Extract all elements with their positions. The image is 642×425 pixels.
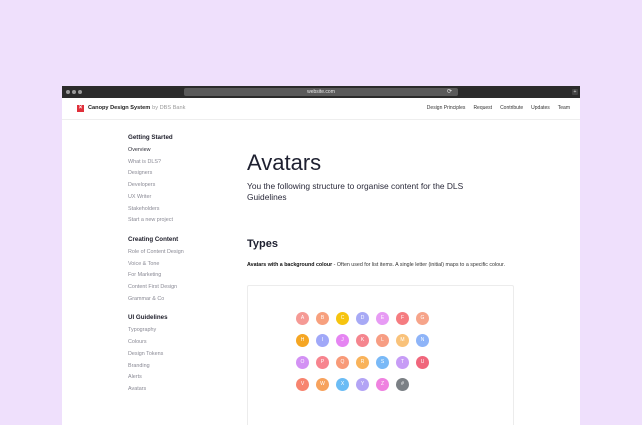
nav-contribute[interactable]: Contribute: [500, 104, 523, 113]
minimize-window-icon[interactable]: [72, 90, 76, 94]
avatar: J: [336, 334, 349, 347]
avatar: H: [296, 334, 309, 347]
section-title: Types: [247, 238, 278, 250]
sidebar-item-grammar-co[interactable]: Grammar & Co: [128, 294, 238, 306]
brand-name: Canopy Design System: [88, 105, 151, 111]
top-nav: Design Principles Request Contribute Upd…: [427, 104, 570, 113]
avatar: X: [336, 378, 349, 391]
brand-link[interactable]: Canopy Design System by DBS Bank: [88, 104, 185, 113]
sidebar-item-design-tokens[interactable]: Design Tokens: [128, 349, 238, 361]
sidebar-section-title: UI Guidelines: [128, 314, 168, 322]
sidebar-item-role-of-content-design[interactable]: Role of Content Design: [128, 247, 238, 259]
page-title: Avatars: [247, 150, 322, 175]
sidebar-item-for-marketing[interactable]: For Marketing: [128, 270, 238, 282]
sidebar-item-voice-tone[interactable]: Voice & Tone: [128, 259, 238, 271]
avatar: Z: [376, 378, 389, 391]
avatar-row: HIJKLMN: [296, 334, 429, 347]
avatar: E: [376, 312, 389, 325]
avatar: K: [356, 334, 369, 347]
site-header: × Canopy Design System by DBS Bank Design…: [62, 98, 580, 120]
nav-design-principles[interactable]: Design Principles: [427, 104, 466, 113]
sidebar-item-overview[interactable]: Overview: [128, 145, 238, 157]
avatar: N: [416, 334, 429, 347]
sidebar-item-ux-writer[interactable]: UX Writer: [128, 192, 238, 204]
avatar: A: [296, 312, 309, 325]
sidebar-item-content-first-design[interactable]: Content First Design: [128, 282, 238, 294]
avatar: C: [336, 312, 349, 325]
browser-window: website.com ⟳ + × Canopy Design System by…: [62, 86, 580, 425]
sidebar-section-title: Getting Started: [128, 134, 173, 141]
canopy-logo-icon[interactable]: ×: [77, 105, 84, 112]
new-tab-icon[interactable]: +: [572, 89, 578, 95]
avatar-row: OPQRSTU: [296, 356, 429, 369]
avatar: R: [356, 356, 369, 369]
avatar: B: [316, 312, 329, 325]
avatar: #: [396, 378, 409, 391]
avatar: D: [356, 312, 369, 325]
avatar-row: ABCDEFG: [296, 312, 429, 325]
address-bar-url: website.com: [307, 89, 335, 95]
sidebar-item-developers[interactable]: Developers: [128, 180, 238, 192]
sidebar-item-what-is-dls[interactable]: What is DLS?: [128, 157, 238, 169]
avatar: F: [396, 312, 409, 325]
avatar: L: [376, 334, 389, 347]
page-subtitle: You the following structure to organise …: [247, 181, 464, 202]
sidebar-item-branding[interactable]: Branding: [128, 361, 238, 373]
sidebar-item-stakeholders[interactable]: Stakeholders: [128, 204, 238, 216]
avatar: P: [316, 356, 329, 369]
avatar-demo-card: A B C D E F G H I J K L M N O P Q R S T U V W X Y Z #: [247, 285, 514, 425]
avatar-row: V W X Y Z #: [296, 378, 429, 391]
close-window-icon[interactable]: [66, 90, 70, 94]
avatar: I: [316, 334, 329, 347]
nav-team[interactable]: Team: [558, 104, 570, 113]
avatar-grid: A B C D E F G H I J K L M N O P Q R S T U V W X Y Z #: [296, 312, 429, 400]
avatar: W: [316, 378, 329, 391]
browser-titlebar: website.com ⟳ +: [62, 86, 580, 98]
maximize-window-icon[interactable]: [78, 90, 82, 94]
avatar: Q: [336, 356, 349, 369]
avatar: U: [416, 356, 429, 369]
brand-by: by DBS Bank: [152, 105, 186, 111]
description-bold: Avatars with a background colour: [247, 262, 333, 268]
reload-icon[interactable]: ⟳: [447, 88, 452, 96]
avatar: M: [396, 334, 409, 347]
avatar: G: [416, 312, 429, 325]
sidebar-section-title: Creating Content: [128, 235, 179, 243]
address-bar[interactable]: website.com ⟳: [184, 88, 458, 96]
sidebar-item-designers[interactable]: Designers: [128, 168, 238, 180]
nav-request[interactable]: Request: [473, 104, 492, 113]
sidebar-item-start-new-project[interactable]: Start a new project: [128, 215, 238, 227]
sidebar-item-avatars[interactable]: Avatars: [128, 384, 238, 396]
avatar: T: [396, 356, 409, 369]
avatar: S: [376, 356, 389, 369]
main-content: Avatars You the following structure to o…: [247, 150, 527, 268]
avatar: O: [296, 356, 309, 369]
sidebar-item-typography[interactable]: Typography: [128, 325, 238, 337]
section-description: Avatars with a background colour - Often…: [247, 261, 517, 269]
avatar: V: [296, 378, 309, 391]
avatar: Y: [356, 378, 369, 391]
sidebar-item-colours[interactable]: Colours: [128, 337, 238, 349]
sidebar: Getting Started Overview What is DLS? De…: [128, 134, 238, 396]
sidebar-item-alerts[interactable]: Alerts: [128, 372, 238, 384]
description-rest: - Often used for list items. A single le…: [332, 262, 505, 268]
nav-updates[interactable]: Updates: [531, 104, 550, 113]
